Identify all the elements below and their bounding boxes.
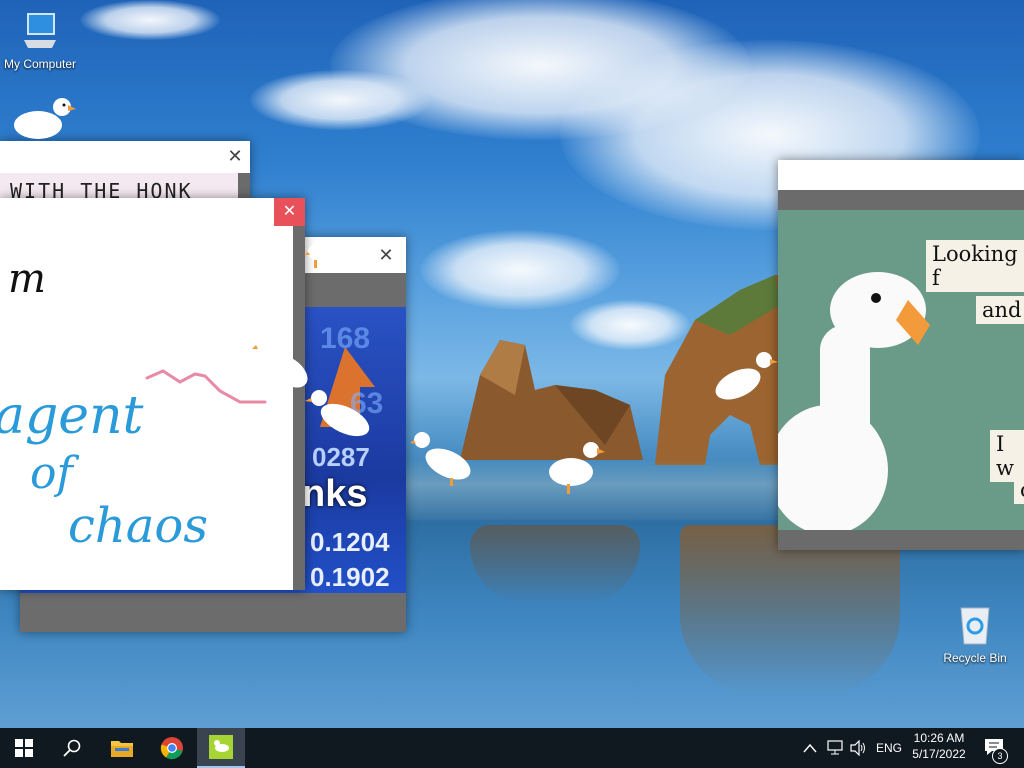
language-indicator[interactable]: ENG (876, 741, 902, 755)
rock-reflection (680, 525, 900, 695)
cloud-shape (250, 70, 430, 130)
desktop-icon-label: Recycle Bin (943, 651, 1007, 665)
goose-meme-image: Looking f and I w c (778, 210, 1024, 530)
chrome-icon (160, 737, 183, 760)
goose-sprite[interactable] (304, 240, 328, 270)
goose-illustration (778, 272, 930, 530)
taskbar: ENG 10:26 AM 5/17/2022 3 (0, 728, 1024, 768)
close-icon[interactable]: ✕ (274, 198, 305, 226)
meme-caption: Looking f (926, 240, 1024, 292)
notification-center-button[interactable]: 3 (980, 736, 1010, 764)
notification-badge: 3 (992, 748, 1008, 764)
stock-number: 0287 (312, 442, 370, 472)
goose-sprite[interactable] (305, 388, 375, 444)
meme-window-goose[interactable]: Looking f and I w c (778, 160, 1024, 550)
search-icon (63, 739, 81, 757)
file-explorer-button[interactable] (98, 728, 146, 768)
meme-caption: nks (302, 473, 368, 515)
desktop-icon-label: My Computer (3, 57, 77, 71)
desktop-icon-my-computer[interactable]: My Computer (0, 10, 80, 71)
goose-sprite[interactable] (545, 440, 605, 498)
chrome-button[interactable] (148, 728, 196, 768)
goose-app-button[interactable] (197, 728, 245, 768)
goose-sprite[interactable] (712, 350, 778, 410)
meme-caption: I w (990, 430, 1024, 482)
close-icon[interactable]: ✕ (366, 240, 406, 270)
meme-caption: and (976, 296, 1024, 324)
scribble-text: m (8, 256, 46, 302)
stock-number: 168 (320, 322, 371, 355)
stock-number: 0.1902 (310, 562, 390, 592)
windows-logo-icon (15, 739, 33, 757)
folder-icon (111, 741, 133, 757)
cloud-shape (80, 0, 220, 40)
recycle-bin-icon (960, 607, 990, 645)
goose-sprite[interactable] (252, 335, 318, 395)
goose-sprite[interactable] (10, 95, 76, 145)
chaos-line-chaos: chaos (68, 498, 208, 554)
meme-caption: c (1014, 476, 1024, 504)
volume-icon[interactable] (850, 740, 868, 756)
clock[interactable]: 10:26 AM 5/17/2022 (906, 731, 972, 761)
network-icon[interactable] (827, 740, 845, 756)
rock-reflection (470, 525, 640, 605)
search-button[interactable] (48, 728, 96, 768)
start-button[interactable] (0, 728, 48, 768)
chaos-line-agent: agent (0, 386, 144, 446)
goose-app-icon (209, 735, 233, 759)
clock-time: 10:26 AM (913, 731, 965, 745)
computer-icon (24, 13, 56, 48)
cloud-shape (420, 230, 620, 310)
chevron-up-icon[interactable] (803, 742, 817, 754)
chaos-line-of: of (30, 448, 73, 499)
close-icon[interactable]: ✕ (212, 141, 258, 171)
stock-number: 0.1204 (310, 527, 390, 557)
desktop-icon-recycle-bin[interactable]: Recycle Bin (935, 602, 1015, 665)
goose-sprite[interactable] (410, 430, 476, 490)
note-window-honk[interactable]: ✕ WITH THE HONK (0, 141, 250, 203)
clock-date: 5/17/2022 (912, 747, 966, 761)
window-titlebar[interactable] (778, 160, 1024, 190)
